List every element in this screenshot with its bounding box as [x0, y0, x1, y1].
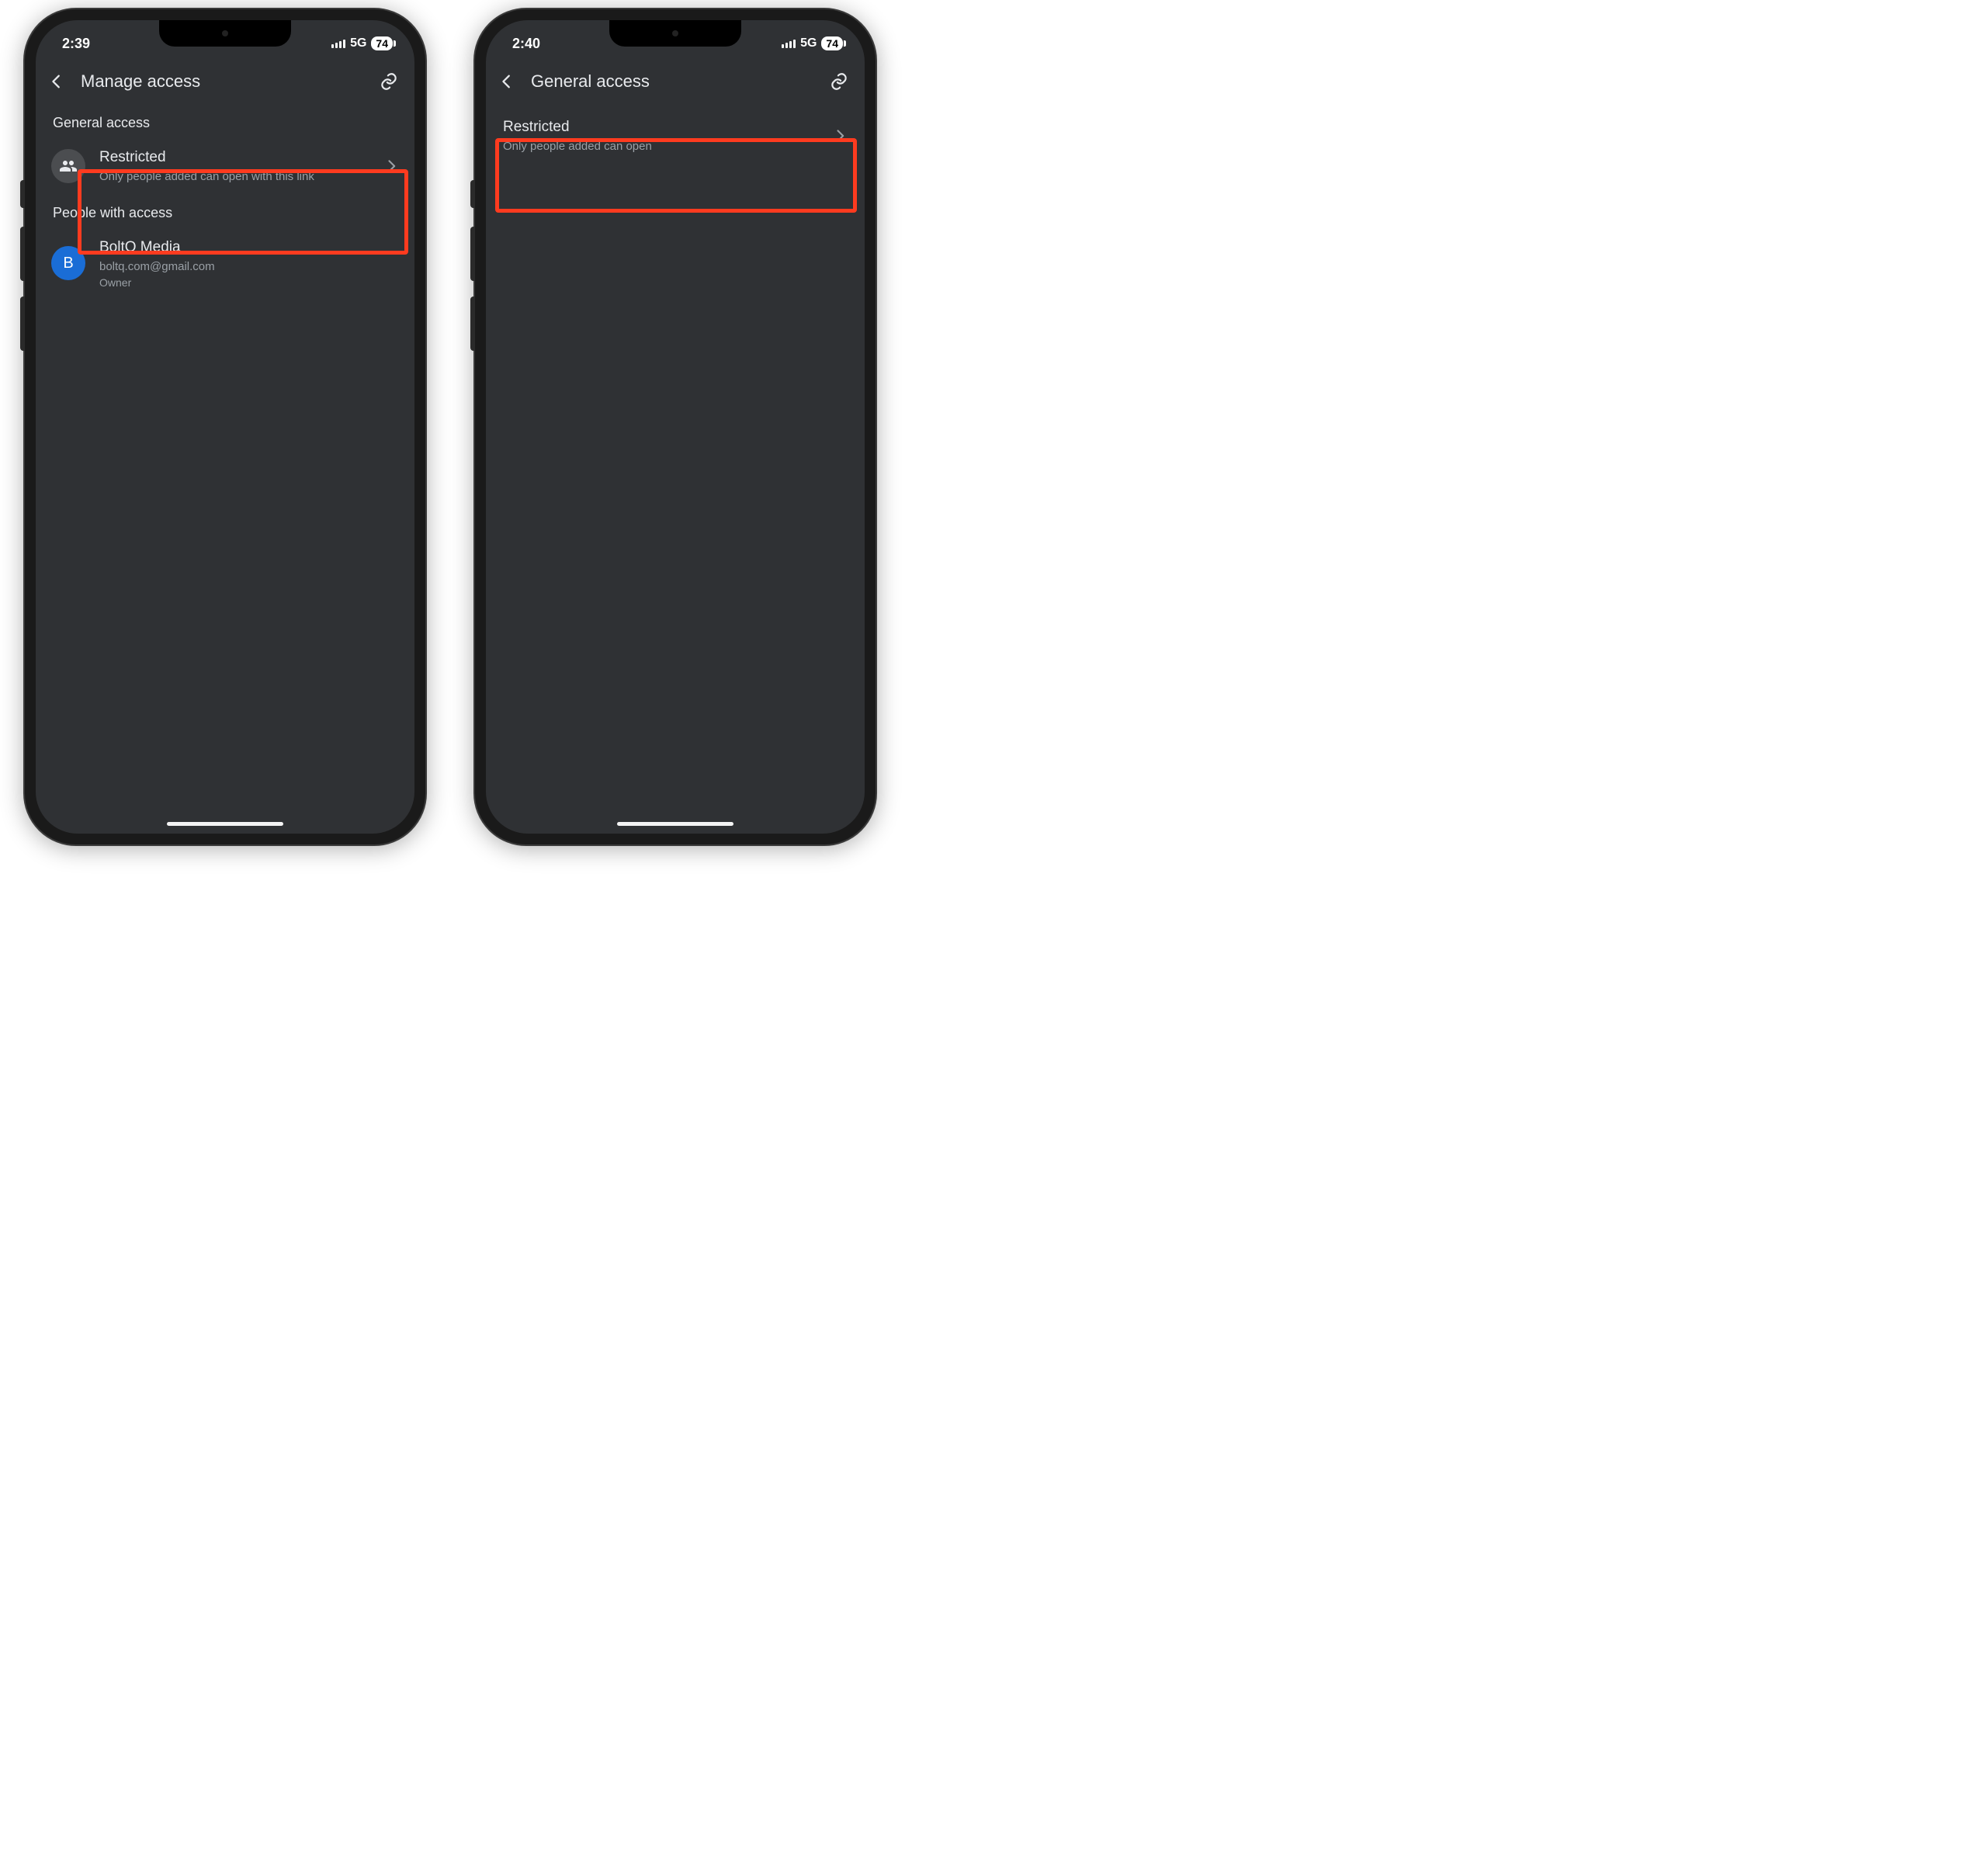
screen: 2:39 5G 74 Manage access General access … — [36, 20, 414, 834]
battery-icon: 74 — [371, 36, 393, 50]
avatar: B — [51, 246, 85, 280]
people-icon — [59, 157, 78, 175]
section-general-access: General access — [36, 104, 414, 139]
back-button[interactable] — [498, 73, 515, 90]
general-access-row[interactable]: Restricted Only people added can open wi… — [36, 139, 414, 194]
chevron-left-icon — [498, 73, 515, 90]
link-icon — [379, 71, 399, 92]
home-indicator[interactable] — [167, 822, 283, 826]
status-time: 2:39 — [62, 36, 90, 52]
restricted-subtitle: Only people added can open — [503, 139, 818, 154]
home-indicator[interactable] — [617, 822, 733, 826]
people-icon-container — [51, 149, 85, 183]
app-bar: General access — [486, 59, 865, 104]
app-bar: Manage access — [36, 59, 414, 104]
chevron-left-icon — [48, 73, 65, 90]
restricted-option-row[interactable]: Restricted Only people added can open — [486, 104, 865, 168]
phone-frame-left: 2:39 5G 74 Manage access General access … — [23, 8, 427, 846]
notch — [609, 20, 741, 47]
person-name: BoltQ Media — [99, 238, 399, 258]
section-people-access: People with access — [36, 194, 414, 229]
restricted-title: Restricted — [503, 118, 818, 137]
person-row[interactable]: B BoltQ Media boltq.com@gmail.com Owner — [36, 229, 414, 298]
chevron-right-icon — [383, 158, 399, 174]
page-title: General access — [531, 71, 813, 92]
chevron-right-icon — [832, 128, 848, 144]
screen: 2:40 5G 74 General access Restricted Onl… — [486, 20, 865, 834]
signal-icon — [331, 40, 345, 48]
battery-icon: 74 — [821, 36, 843, 50]
restricted-subtitle: Only people added can open with this lin… — [99, 169, 369, 185]
restricted-title: Restricted — [99, 148, 369, 168]
person-email: boltq.com@gmail.com — [99, 259, 399, 275]
copy-link-button[interactable] — [829, 71, 849, 92]
back-button[interactable] — [48, 73, 65, 90]
link-icon — [829, 71, 849, 92]
phone-frame-right: 2:40 5G 74 General access Restricted Onl… — [473, 8, 877, 846]
status-network: 5G — [800, 36, 817, 50]
page-title: Manage access — [81, 71, 363, 92]
copy-link-button[interactable] — [379, 71, 399, 92]
status-network: 5G — [350, 36, 366, 50]
notch — [159, 20, 291, 47]
signal-icon — [782, 40, 796, 48]
person-role: Owner — [99, 276, 399, 289]
status-time: 2:40 — [512, 36, 540, 52]
